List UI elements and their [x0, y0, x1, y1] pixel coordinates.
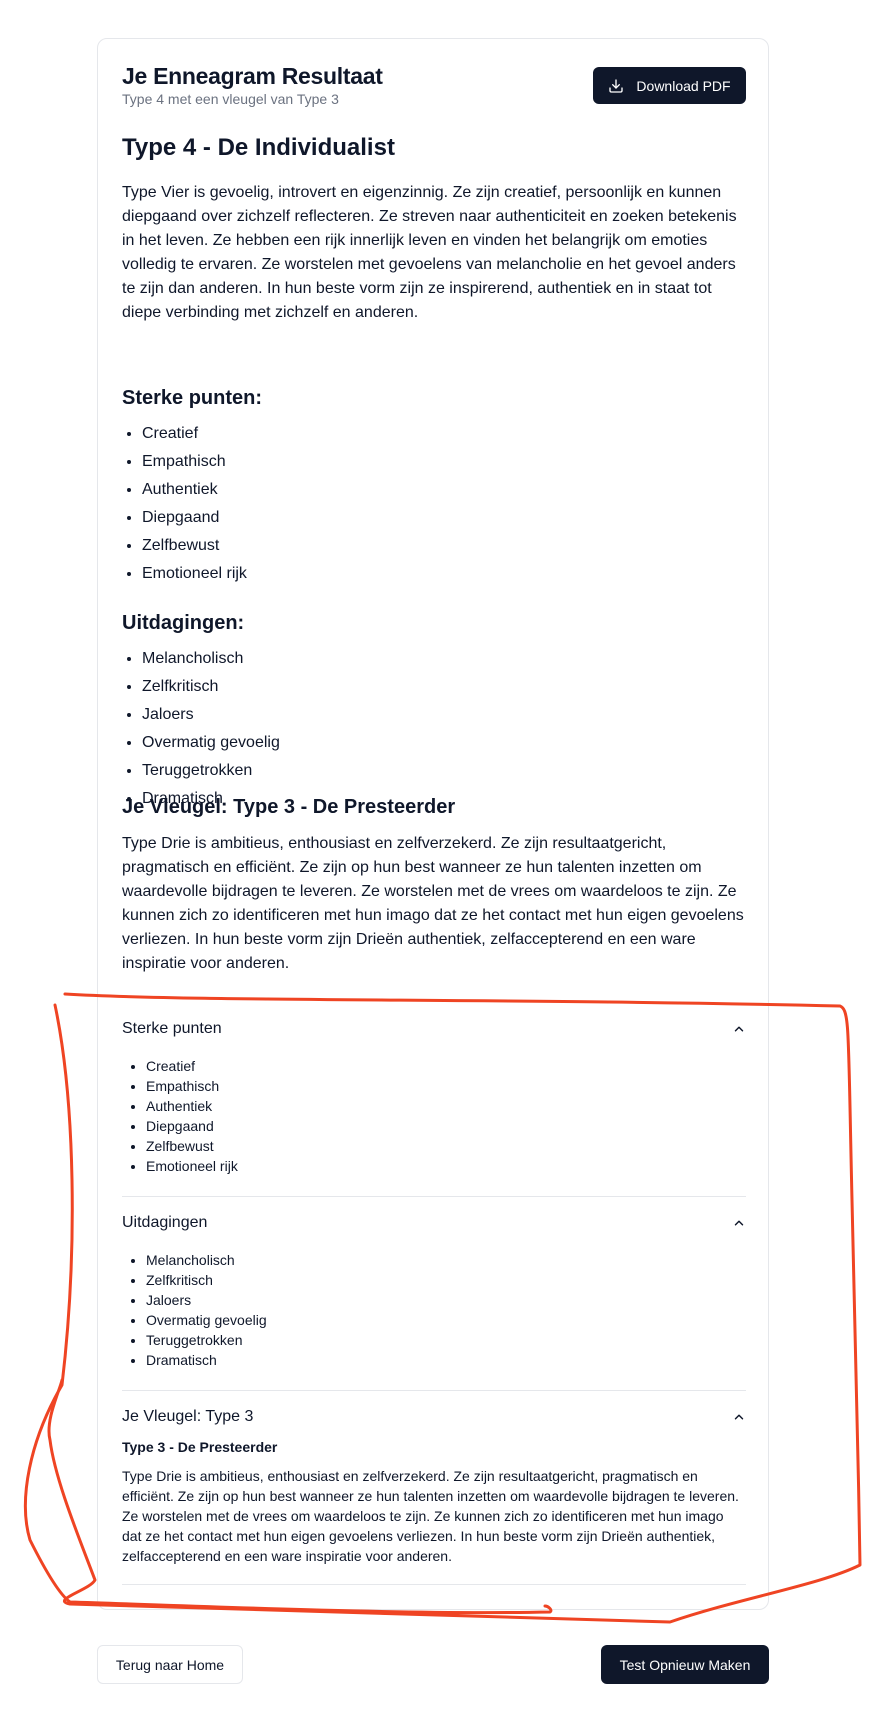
chevron-up-icon	[734, 1026, 744, 1032]
accordion-label: Uitdagingen	[122, 1214, 208, 1231]
list-item: Empathisch	[146, 1076, 238, 1096]
download-pdf-label: Download PDF	[636, 77, 731, 94]
accordion-label: Sterke punten	[122, 1020, 222, 1037]
divider	[122, 1390, 746, 1391]
list-item: Dramatisch	[146, 1350, 267, 1370]
divider	[122, 1584, 746, 1585]
accordion-wing-subtitle: Type 3 - De Presteerder	[122, 1439, 278, 1455]
challenges-list: Melancholisch Zelfkritisch Jaloers Overm…	[122, 645, 280, 813]
list-item: Diepgaand	[146, 1116, 238, 1136]
accordion-challenges-list: Melancholisch Zelfkritisch Jaloers Overm…	[126, 1250, 267, 1370]
list-item: Empathisch	[142, 448, 247, 476]
list-item: Authentiek	[146, 1096, 238, 1116]
list-item: Teruggetrokken	[142, 757, 280, 785]
page-title: Je Enneagram Resultaat	[122, 63, 383, 89]
list-item: Jaloers	[142, 701, 280, 729]
list-item: Zelfbewust	[142, 532, 247, 560]
divider	[122, 1196, 746, 1197]
list-item: Teruggetrokken	[146, 1330, 267, 1350]
list-item: Creatief	[146, 1056, 238, 1076]
list-item: Zelfbewust	[146, 1136, 238, 1156]
accordion-trigger-wing[interactable]: Je Vleugel: Type 3	[122, 1405, 746, 1429]
list-item: Overmatig gevoelig	[146, 1310, 267, 1330]
list-item: Melancholisch	[146, 1250, 267, 1270]
list-item: Jaloers	[146, 1290, 267, 1310]
accordion-wing-description: Type Drie is ambitieus, enthousiast en z…	[122, 1468, 739, 1564]
list-item: Diepgaand	[142, 504, 247, 532]
accordion-trigger-strengths[interactable]: Sterke punten	[122, 1017, 746, 1041]
page-subtitle: Type 4 met een vleugel van Type 3	[122, 91, 339, 107]
accordion-strengths-list: Creatief Empathisch Authentiek Diepgaand…	[126, 1056, 238, 1176]
wing-heading: Je Vleugel: Type 3 - De Presteerder	[122, 796, 456, 818]
back-home-button[interactable]: Terug naar Home	[97, 1645, 243, 1684]
strengths-list: Creatief Empathisch Authentiek Diepgaand…	[122, 420, 247, 588]
chevron-up-icon	[734, 1414, 744, 1420]
list-item: Authentiek	[142, 476, 247, 504]
strengths-heading: Sterke punten:	[122, 387, 263, 409]
accordion-label: Je Vleugel: Type 3	[122, 1408, 254, 1425]
type-title: Type 4 - De Individualist	[122, 134, 395, 161]
list-item: Emotioneel rijk	[146, 1156, 238, 1176]
download-pdf-button[interactable]: Download PDF	[593, 67, 746, 104]
result-card: Je Enneagram Resultaat Type 4 met een vl…	[97, 38, 769, 1610]
chevron-up-icon	[734, 1220, 744, 1226]
type-description: Type Vier is gevoelig, introvert en eige…	[122, 184, 737, 321]
list-item: Emotioneel rijk	[142, 560, 247, 588]
challenges-heading: Uitdagingen:	[122, 612, 245, 634]
retake-test-button[interactable]: Test Opnieuw Maken	[601, 1645, 769, 1684]
download-icon	[609, 78, 624, 93]
wing-description: Type Drie is ambitieus, enthousiast en z…	[122, 835, 744, 972]
list-item: Overmatig gevoelig	[142, 729, 280, 757]
accordion-trigger-challenges[interactable]: Uitdagingen	[122, 1211, 746, 1235]
list-item: Zelfkritisch	[146, 1270, 267, 1290]
list-item: Zelfkritisch	[142, 673, 280, 701]
list-item: Melancholisch	[142, 645, 280, 673]
list-item: Creatief	[142, 420, 247, 448]
